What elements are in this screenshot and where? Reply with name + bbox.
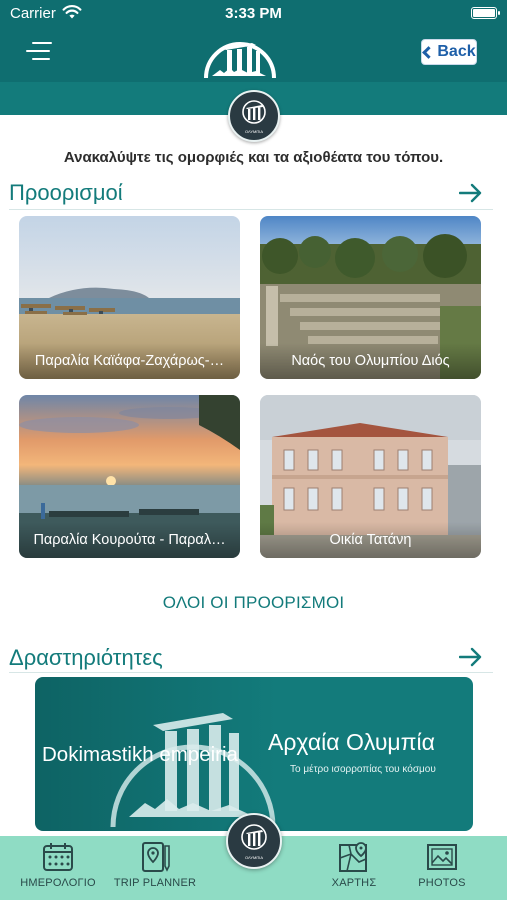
tab-map[interactable]: ΧΑΡΤΗΣ bbox=[316, 836, 392, 900]
destination-card-label: Παραλία Κουρούτα - Παραλ… bbox=[19, 522, 240, 558]
badge-caption: ΟΛΥΜΠΙΑ bbox=[244, 855, 264, 860]
tab-calendar[interactable]: ΗΜΕΡΟΛΟΓΙΟ bbox=[16, 836, 100, 900]
tab-label: ΧΑΡΤΗΣ bbox=[331, 877, 377, 889]
destination-card[interactable]: Οικία Τατάνη bbox=[260, 395, 481, 558]
app-header: Back bbox=[0, 28, 507, 82]
destination-card[interactable]: Παραλία Κουρούτα - Παραλ… bbox=[19, 395, 240, 558]
section-divider bbox=[9, 672, 493, 673]
hamburger-menu-button[interactable] bbox=[26, 40, 52, 62]
olympia-badge: ΟΛΥΜΠΙΑ bbox=[228, 90, 280, 142]
battery-icon bbox=[471, 7, 500, 19]
tagline: Ανακαλύψτε τις ομορφιές και τα αξιοθέατα… bbox=[63, 149, 444, 166]
photos-icon bbox=[427, 844, 457, 870]
badge-caption: ΟΛΥΜΠΙΑ bbox=[244, 129, 264, 134]
arrow-right-icon[interactable] bbox=[459, 646, 483, 668]
tab-label: TRIP PLANNER bbox=[113, 877, 197, 889]
trip-planner-icon bbox=[142, 842, 170, 872]
center-home-button[interactable]: ΟΛΥΜΠΙΑ bbox=[226, 813, 282, 869]
back-button[interactable]: Back bbox=[421, 39, 477, 65]
map-icon bbox=[339, 842, 367, 872]
tab-photos[interactable]: PHOTOS bbox=[406, 836, 478, 900]
destination-card-label: Οικία Τατάνη bbox=[260, 522, 481, 558]
activity-subtitle: Το μέτρο ισορροπίας του κόσμου bbox=[290, 764, 436, 775]
destination-card[interactable]: Παραλία Καϊάφα-Ζαχάρως-… bbox=[19, 216, 240, 379]
temple-logo-icon bbox=[204, 42, 276, 79]
activity-name: Dokimastikh empeiria bbox=[42, 743, 238, 766]
arrow-right-icon[interactable] bbox=[459, 182, 483, 204]
back-button-label: Back bbox=[437, 43, 476, 60]
destination-card-label: Παραλία Καϊάφα-Ζαχάρως-… bbox=[19, 343, 240, 379]
chevron-left-icon bbox=[422, 45, 436, 59]
tab-label: ΗΜΕΡΟΛΟΓΙΟ bbox=[20, 877, 96, 889]
activity-title: Αρχαία Ολυμπία bbox=[268, 729, 435, 755]
destinations-title: Προορισμοί bbox=[9, 180, 123, 205]
section-divider bbox=[9, 209, 493, 210]
tab-trip-planner[interactable]: TRIP PLANNER bbox=[110, 836, 200, 900]
calendar-icon bbox=[43, 843, 73, 871]
destination-card-label: Ναός του Ολυμπίου Διός bbox=[260, 343, 481, 379]
tab-label: PHOTOS bbox=[418, 877, 466, 889]
activities-title: Δραστηριότητες bbox=[9, 645, 163, 670]
status-bar: Carrier 3:33 PM bbox=[0, 0, 507, 28]
destination-card[interactable]: Ναός του Ολυμπίου Διός bbox=[260, 216, 481, 379]
all-destinations-link[interactable]: ΟΛΟΙ ΟΙ ΠΡΟΟΡΙΣΜΟΙ bbox=[0, 593, 507, 613]
clock: 3:33 PM bbox=[225, 5, 282, 22]
activity-banner[interactable]: Dokimastikh empeiria Αρχαία Ολυμπία Το μ… bbox=[35, 677, 473, 831]
